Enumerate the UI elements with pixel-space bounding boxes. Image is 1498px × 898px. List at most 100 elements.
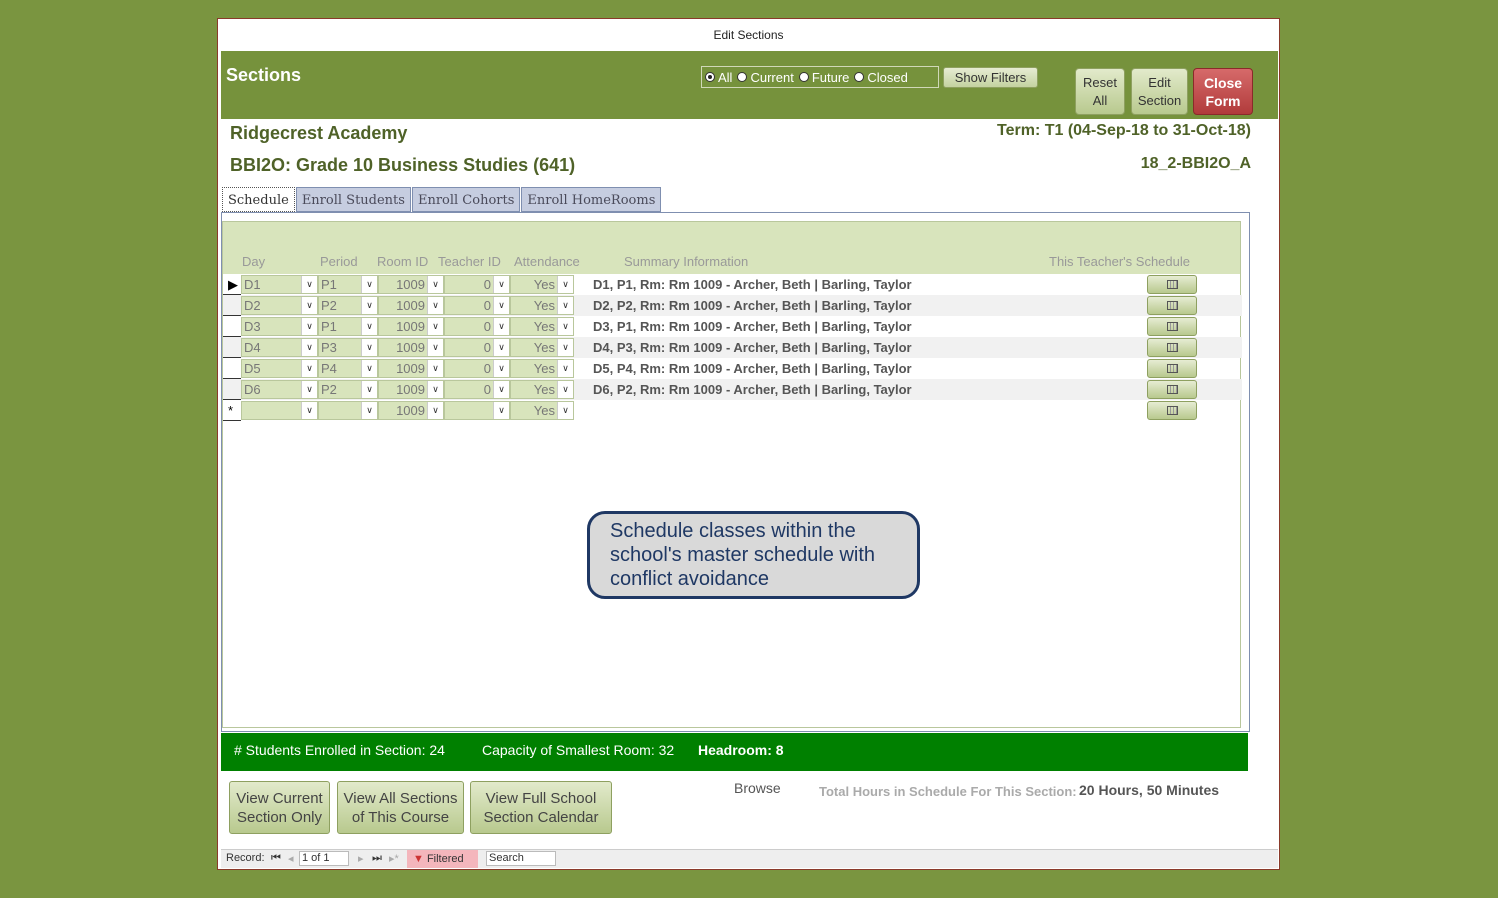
attendance-select[interactable]: Yes ∨ <box>510 275 574 294</box>
chevron-down-icon[interactable]: ∨ <box>493 381 509 398</box>
chevron-down-icon[interactable]: ∨ <box>557 276 573 293</box>
search-input[interactable]: Search <box>486 851 556 866</box>
day-select[interactable]: D3 ∨ <box>241 317 318 336</box>
chevron-down-icon[interactable]: ∨ <box>427 360 443 377</box>
record-selector[interactable] <box>223 379 241 400</box>
chevron-down-icon[interactable]: ∨ <box>493 360 509 377</box>
period-select[interactable]: P1 ∨ <box>318 275 378 294</box>
chevron-down-icon[interactable]: ∨ <box>361 297 377 314</box>
chevron-down-icon[interactable]: ∨ <box>301 339 317 356</box>
view-current-section-button[interactable]: View Current Section Only <box>229 781 330 834</box>
chevron-down-icon[interactable]: ∨ <box>493 276 509 293</box>
chevron-down-icon[interactable]: ∨ <box>427 402 443 419</box>
chevron-down-icon[interactable]: ∨ <box>493 402 509 419</box>
room-select[interactable]: 1009 ∨ <box>378 338 444 357</box>
chevron-down-icon[interactable]: ∨ <box>361 381 377 398</box>
teacher-select[interactable]: 0 ∨ <box>444 296 510 315</box>
chevron-down-icon[interactable]: ∨ <box>557 381 573 398</box>
tab-schedule[interactable]: Schedule <box>222 187 295 212</box>
chevron-down-icon[interactable]: ∨ <box>361 339 377 356</box>
teacher-schedule-calendar-button[interactable] <box>1147 359 1197 378</box>
day-select[interactable]: ∨ <box>241 401 318 420</box>
chevron-down-icon[interactable]: ∨ <box>301 360 317 377</box>
chevron-down-icon[interactable]: ∨ <box>361 402 377 419</box>
tab-enroll-students[interactable]: Enroll Students <box>295 187 411 212</box>
view-full-calendar-button[interactable]: View Full School Section Calendar <box>470 781 612 834</box>
record-selector[interactable] <box>223 337 241 358</box>
teacher-select[interactable]: ∨ <box>444 401 510 420</box>
record-selector[interactable] <box>223 295 241 316</box>
filter-all-radio[interactable]: All <box>705 70 732 85</box>
chevron-down-icon[interactable]: ∨ <box>361 318 377 335</box>
period-select[interactable]: ∨ <box>318 401 378 420</box>
chevron-down-icon[interactable]: ∨ <box>427 381 443 398</box>
chevron-down-icon[interactable]: ∨ <box>301 402 317 419</box>
chevron-down-icon[interactable]: ∨ <box>301 318 317 335</box>
tab-enroll-homerooms[interactable]: Enroll HomeRooms <box>521 187 662 212</box>
record-selector[interactable]: ▶ <box>223 274 241 295</box>
new-record-selector[interactable]: * <box>223 400 241 421</box>
day-select[interactable]: D6 ∨ <box>241 380 318 399</box>
chevron-down-icon[interactable]: ∨ <box>493 297 509 314</box>
room-select[interactable]: 1009 ∨ <box>378 296 444 315</box>
attendance-select[interactable]: Yes ∨ <box>510 317 574 336</box>
chevron-down-icon[interactable]: ∨ <box>301 297 317 314</box>
attendance-select[interactable]: Yes ∨ <box>510 401 574 420</box>
next-record-icon[interactable]: ▸ <box>358 852 364 865</box>
edit-section-button[interactable]: Edit Section <box>1131 68 1188 115</box>
period-select[interactable]: P2 ∨ <box>318 296 378 315</box>
browse-link[interactable]: Browse <box>734 780 781 796</box>
filter-future-radio[interactable]: Future <box>798 70 849 85</box>
attendance-select[interactable]: Yes ∨ <box>510 296 574 315</box>
reset-all-button[interactable]: Reset All <box>1075 68 1125 115</box>
day-select[interactable]: D2 ∨ <box>241 296 318 315</box>
teacher-select[interactable]: 0 ∨ <box>444 317 510 336</box>
chevron-down-icon[interactable]: ∨ <box>427 339 443 356</box>
teacher-schedule-calendar-button[interactable] <box>1147 401 1197 420</box>
chevron-down-icon[interactable]: ∨ <box>427 297 443 314</box>
chevron-down-icon[interactable]: ∨ <box>301 381 317 398</box>
attendance-select[interactable]: Yes ∨ <box>510 380 574 399</box>
chevron-down-icon[interactable]: ∨ <box>557 318 573 335</box>
period-select[interactable]: P2 ∨ <box>318 380 378 399</box>
show-filters-button[interactable]: Show Filters <box>943 67 1038 88</box>
view-all-sections-button[interactable]: View All Sections of This Course <box>337 781 464 834</box>
day-select[interactable]: D4 ∨ <box>241 338 318 357</box>
attendance-select[interactable]: Yes ∨ <box>510 359 574 378</box>
chevron-down-icon[interactable]: ∨ <box>557 297 573 314</box>
chevron-down-icon[interactable]: ∨ <box>361 276 377 293</box>
chevron-down-icon[interactable]: ∨ <box>493 318 509 335</box>
day-select[interactable]: D1 ∨ <box>241 275 318 294</box>
previous-record-icon[interactable]: ◂ <box>288 852 294 865</box>
filtered-toggle[interactable]: ▼ Filtered <box>407 850 478 868</box>
teacher-select[interactable]: 0 ∨ <box>444 338 510 357</box>
period-select[interactable]: P4 ∨ <box>318 359 378 378</box>
teacher-schedule-calendar-button[interactable] <box>1147 380 1197 399</box>
new-record-icon[interactable]: ▸* <box>389 852 399 865</box>
tab-enroll-cohorts[interactable]: Enroll Cohorts <box>411 187 521 212</box>
chevron-down-icon[interactable]: ∨ <box>557 402 573 419</box>
record-selector[interactable] <box>223 358 241 379</box>
chevron-down-icon[interactable]: ∨ <box>301 276 317 293</box>
first-record-icon[interactable]: ⏮ <box>271 852 281 865</box>
period-select[interactable]: P1 ∨ <box>318 317 378 336</box>
teacher-schedule-calendar-button[interactable] <box>1147 317 1197 336</box>
filter-current-radio[interactable]: Current <box>737 70 794 85</box>
chevron-down-icon[interactable]: ∨ <box>427 276 443 293</box>
teacher-schedule-calendar-button[interactable] <box>1147 338 1197 357</box>
record-selector[interactable] <box>223 316 241 337</box>
chevron-down-icon[interactable]: ∨ <box>493 339 509 356</box>
room-select[interactable]: 1009 ∨ <box>378 275 444 294</box>
room-select[interactable]: 1009 ∨ <box>378 401 444 420</box>
last-record-icon[interactable]: ⏭ <box>372 852 382 865</box>
teacher-select[interactable]: 0 ∨ <box>444 380 510 399</box>
filter-closed-radio[interactable]: Closed <box>854 70 908 85</box>
period-select[interactable]: P3 ∨ <box>318 338 378 357</box>
chevron-down-icon[interactable]: ∨ <box>557 360 573 377</box>
close-form-button[interactable]: Close Form <box>1193 68 1253 115</box>
chevron-down-icon[interactable]: ∨ <box>361 360 377 377</box>
teacher-schedule-calendar-button[interactable] <box>1147 275 1197 294</box>
chevron-down-icon[interactable]: ∨ <box>557 339 573 356</box>
record-position-input[interactable]: 1 of 1 <box>299 851 349 866</box>
room-select[interactable]: 1009 ∨ <box>378 380 444 399</box>
